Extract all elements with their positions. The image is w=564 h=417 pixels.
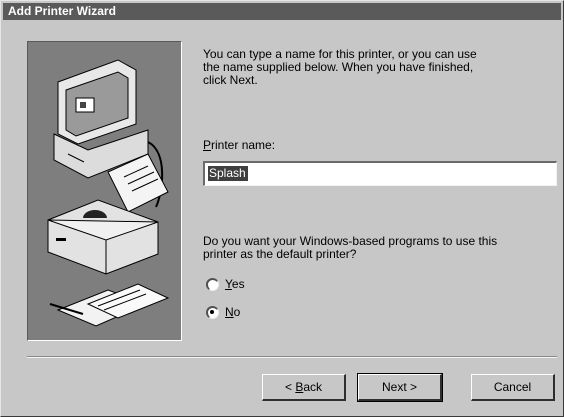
yes-hotkey: Y: [225, 277, 232, 291]
intro-line-3: click Next.: [203, 73, 258, 87]
back-rest: ack: [303, 380, 323, 394]
button-separator: [27, 356, 557, 358]
no-radio[interactable]: [206, 306, 219, 319]
printer-name-value: Splash: [208, 166, 248, 181]
next-button[interactable]: Next >: [357, 373, 443, 402]
back-prefix: <: [284, 380, 296, 394]
no-label-rest: o: [233, 305, 241, 319]
intro-text: You can type a name for this printer, or…: [203, 48, 477, 87]
printer-name-label: Printer name:: [203, 139, 275, 152]
default-printer-question: Do you want your Windows-based programs …: [203, 235, 497, 261]
cancel-button[interactable]: Cancel: [471, 374, 555, 401]
yes-radio[interactable]: [206, 278, 219, 291]
wizard-illustration: [27, 41, 182, 341]
no-hotkey: N: [225, 305, 234, 319]
yes-label-rest: es: [231, 277, 245, 291]
printer-name-label-rest: rinter name:: [211, 138, 276, 152]
yes-label[interactable]: Yes: [225, 278, 245, 291]
no-label[interactable]: No: [225, 306, 240, 319]
back-button[interactable]: < Back: [262, 374, 346, 401]
question-line-2: printer as the default printer?: [203, 247, 357, 261]
title-bar[interactable]: Add Printer Wizard: [3, 3, 561, 20]
printer-name-input[interactable]: Splash: [203, 161, 557, 186]
window-title: Add Printer Wizard: [8, 4, 116, 18]
printer-computer-icon: [47, 59, 170, 327]
add-printer-wizard-window: Add Printer Wizard You can type a name f…: [0, 0, 564, 417]
printer-name-hotkey: P: [203, 138, 212, 152]
